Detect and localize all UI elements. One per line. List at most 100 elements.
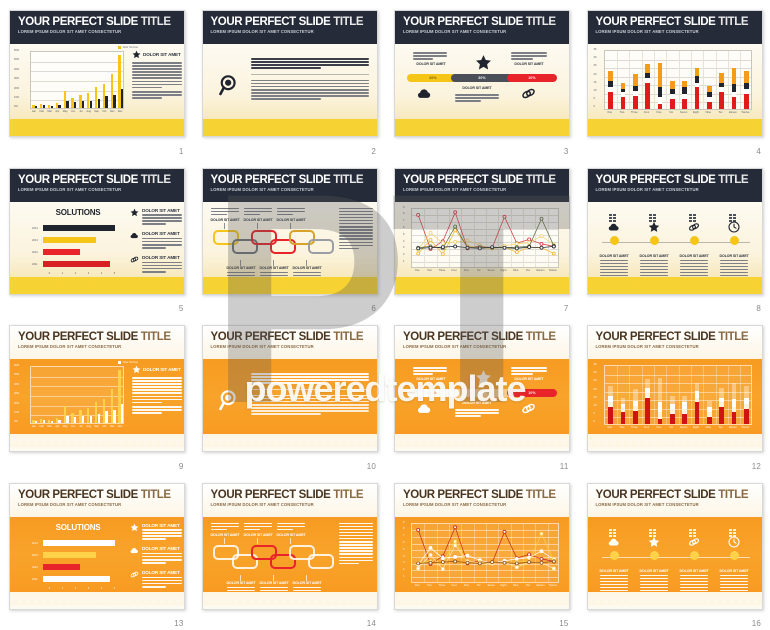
timeline-icon (648, 220, 660, 238)
slide-thumbnail-14[interactable]: YOUR PERFECT SLIDE TITLE LOREM IPSUM DOLO… (201, 482, 378, 610)
timeline-tick-icon (688, 524, 699, 537)
slide-title-accent: TITLE (525, 488, 556, 501)
x-axis-tick: Eleven (728, 111, 737, 114)
y-axis-tick: 30% (14, 392, 20, 396)
text-line (132, 91, 182, 93)
connector (256, 222, 258, 229)
progress-label: DOLOR SIT AMET (462, 86, 492, 90)
text-line (250, 64, 369, 66)
y-axis-tick: 1 (403, 259, 405, 263)
text-line (250, 407, 369, 409)
y-axis-tick: 20 (593, 387, 597, 391)
slide-thumbnail-6[interactable]: YOUR PERFECT SLIDE TITLE LOREM IPSUM DOLO… (201, 167, 378, 295)
torn-edge (202, 277, 377, 294)
bar-series-2 (50, 421, 53, 423)
timeline-marker (689, 550, 699, 560)
text-line (599, 577, 628, 580)
slide-thumbnail-9[interactable]: YOUR PERFECT SLIDE TITLE LOREM IPSUM DOLO… (9, 325, 185, 452)
slide-thumbnail-15[interactable]: YOUR PERFECT SLIDE TITLE LOREM IPSUM DOLO… (394, 482, 570, 610)
slide-thumbnail-10[interactable]: YOUR PERFECT SLIDE TITLE LOREM IPSUM DOLO… (201, 325, 378, 452)
text-line (243, 522, 272, 524)
chain-label: DOLOR SIT AMET (259, 580, 289, 585)
chain-label: DOLOR SIT AMET (210, 217, 240, 222)
y-axis-tick: 7 (403, 219, 405, 223)
bar-segment (669, 89, 675, 95)
gridline-v (690, 366, 692, 424)
slide-cell: YOUR PERFECT SLIDE TITLE LOREM IPSUM DOLO… (0, 158, 193, 316)
text-line (511, 58, 533, 60)
x-axis-tick: Two (619, 426, 625, 429)
bar-segment (645, 397, 651, 424)
text-line (142, 586, 166, 588)
text-line (679, 262, 708, 265)
slide-thumbnail-13[interactable]: YOUR PERFECT SLIDE TITLE LOREM IPSUM DOLO… (9, 482, 185, 610)
text-line (455, 415, 482, 417)
text-line (142, 214, 182, 216)
slide-number: 14 (366, 619, 376, 628)
slide-thumbnail-3[interactable]: YOUR PERFECT SLIDE TITLE LOREM IPSUM DOLO… (394, 10, 570, 137)
timeline-tick-icon (648, 209, 659, 222)
bar-segment (719, 82, 725, 88)
bar-segment (731, 399, 737, 408)
list-item-text: DOLOR SIT AMET (142, 231, 182, 250)
connector (289, 537, 291, 544)
y-axis-tick: 10% (14, 411, 20, 414)
slide-title: YOUR PERFECT SLIDE TITLE (210, 331, 364, 343)
y-axis-tick: 5 (403, 547, 405, 551)
slide-thumbnail-8[interactable]: YOUR PERFECT SLIDE TITLE LOREM IPSUM DOLO… (586, 167, 763, 295)
text-line (132, 406, 182, 408)
gridline (31, 61, 123, 63)
bar-segment (743, 82, 749, 90)
timeline-marker (729, 235, 739, 245)
text-line (599, 262, 628, 265)
bar-segment (657, 104, 663, 109)
slide-thumbnail-1[interactable]: YOUR PERFECT SLIDE TITLE LOREM IPSUM DOLO… (9, 10, 185, 137)
bar-segment (608, 80, 614, 88)
bar-segment (719, 387, 725, 398)
solutions-heading: SOLUTIONS (55, 522, 101, 532)
text-line (511, 52, 547, 54)
bar-segment (645, 387, 651, 393)
timeline-icon (727, 220, 740, 238)
text-line (250, 92, 369, 94)
slide-footer: Lorem ipsum dolor sit amet, consectetur … (395, 434, 569, 451)
solutions-bars: 2014 2013 2012 2011 (32, 539, 124, 587)
text-block (142, 237, 182, 249)
text-line (679, 268, 708, 271)
text-block (132, 91, 182, 99)
gridline-v (727, 366, 729, 424)
slide-subtitle: LOREM IPSUM DOLOR SIT AMET CONSECTETUR (403, 29, 507, 34)
slide-thumbnail-11[interactable]: YOUR PERFECT SLIDE TITLE LOREM IPSUM DOLO… (394, 325, 570, 452)
slide-title: YOUR PERFECT SLIDE TITLE (403, 488, 556, 501)
slide-subtitle: LOREM IPSUM DOLOR SIT AMET CONSECTETUR (210, 501, 314, 507)
torn-edge (202, 434, 377, 451)
slide-thumbnail-12[interactable]: YOUR PERFECT SLIDE TITLE LOREM IPSUM DOLO… (586, 325, 763, 452)
gridline-v (666, 366, 668, 424)
text-line (132, 412, 162, 414)
text-block (132, 62, 182, 89)
slide-title: YOUR PERFECT SLIDE TITLE (210, 488, 364, 501)
list-item: DOLOR SIT AMET (130, 570, 182, 589)
y-axis-tick: 8 (403, 212, 405, 216)
slide-thumbnail-4[interactable]: YOUR PERFECT SLIDE TITLE LOREM IPSUM DOLO… (586, 10, 763, 137)
x-axis-tick: Ten (526, 583, 531, 587)
chain-label: DOLOR SIT AMET (292, 265, 322, 270)
text-line (210, 525, 239, 528)
cloud-icon (608, 536, 620, 548)
slide-thumbnail-2[interactable]: YOUR PERFECT SLIDE TITLE LOREM IPSUM DOLO… (201, 10, 378, 137)
chain-diagram (212, 229, 334, 260)
star-icon-wrap (475, 54, 492, 76)
slide-thumbnail-16[interactable]: YOUR PERFECT SLIDE TITLE LOREM IPSUM DOLO… (586, 482, 763, 610)
y-axis-tick: 25 (593, 64, 597, 68)
torn-edge (10, 434, 184, 451)
slide-thumbnail-7[interactable]: YOUR PERFECT SLIDE TITLE LOREM IPSUM DOLO… (394, 167, 570, 295)
x-axis-tick: Dec (117, 425, 123, 428)
text-line (455, 412, 499, 414)
slide-thumbnail-5[interactable]: YOUR PERFECT SLIDE TITLE LOREM IPSUM DOLO… (9, 167, 185, 295)
slide-header: YOUR PERFECT SLIDE TITLE LOREM IPSUM DOLO… (395, 11, 569, 44)
slide-subtitle: LOREM IPSUM DOLOR SIT AMET CONSECTETUR (18, 344, 122, 349)
text-line (132, 74, 182, 76)
slide-cell: YOUR PERFECT SLIDE TITLE LOREM IPSUM DOLO… (193, 0, 386, 158)
bar-series-2 (66, 100, 69, 108)
bar-segment (743, 409, 749, 424)
